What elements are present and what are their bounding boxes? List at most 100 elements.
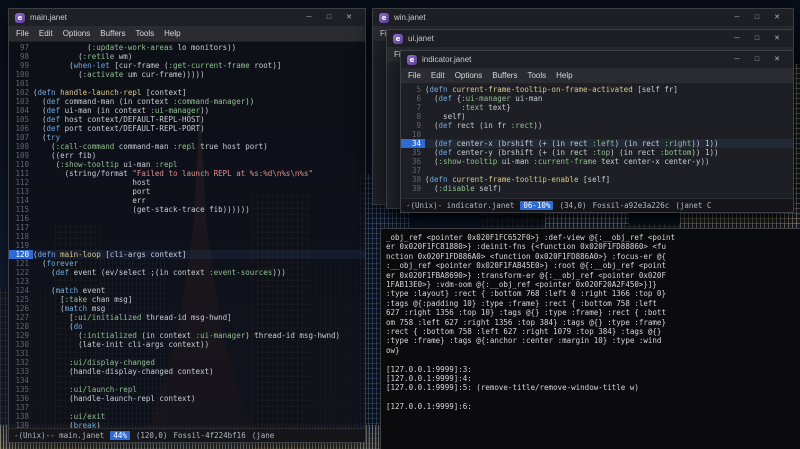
menu-item[interactable]: Help: [159, 29, 185, 38]
titlebar[interactable]: e indicator.janet ─ □ ✕: [401, 51, 793, 68]
menu-item[interactable]: File: [11, 29, 34, 38]
menu-item[interactable]: Options: [58, 29, 96, 38]
menu-item[interactable]: Buffers: [487, 71, 522, 80]
maximize-button[interactable]: □: [747, 9, 767, 26]
window-title: main.janet: [30, 13, 67, 22]
code-line: 103 (def command-man (in context :comman…: [9, 97, 365, 106]
code-line: 97 (:update-work-areas lo monitors)): [9, 43, 365, 52]
modeline-cursor: (120,0): [135, 431, 168, 440]
code-editor[interactable]: 5 (defn current-frame-tooltip-on-frame-a…: [401, 84, 793, 199]
code-line: 116: [9, 214, 365, 223]
line-number: 122: [15, 268, 29, 277]
close-button[interactable]: ✕: [767, 51, 787, 68]
modeline: -(Unix)-- main.janet 44% (120,0) Fossil-…: [9, 428, 365, 442]
line-number: 39: [411, 184, 421, 193]
modeline-mode: (janet C: [675, 201, 712, 210]
code-text: ((err fib): [33, 151, 97, 160]
code-text: (do: [33, 322, 83, 331]
minimize-button[interactable]: ─: [727, 51, 747, 68]
emacs-icon: e: [15, 12, 25, 23]
code-text: (:show-tooltip ui-man :current-frame tex…: [425, 157, 710, 166]
line-number: 138: [15, 412, 29, 421]
code-text: (defn current-frame-tooltip-enable [self…: [425, 175, 611, 184]
minimize-button[interactable]: ─: [299, 9, 319, 26]
code-line: 104 (def ui-man (in context :ui-manager)…: [9, 106, 365, 115]
menu-item[interactable]: Buffers: [95, 29, 130, 38]
code-line: 122 (def event (ev/select ;(in context :…: [9, 268, 365, 277]
code-line: 100 (:activate um cur-frame))))): [9, 70, 365, 79]
modeline: -(Unix)- indicator.janet 06-10% (34,0) F…: [401, 198, 793, 212]
code-text: (get-stack-trace fib)))))): [33, 205, 250, 214]
menu-item[interactable]: File: [403, 71, 426, 80]
terminal-line: :type :frame} :tags @{:anchor :center :m…: [386, 336, 662, 346]
code-line: 39 (:disable self): [401, 184, 793, 193]
terminal-line: :__obj_ref <pointer 0x020F1FAB45E0>} :ro…: [386, 261, 666, 271]
terminal-line: :type :layout} :rect { :bottom 768 :left…: [386, 289, 666, 299]
code-line: 119: [9, 241, 365, 250]
code-text: port: [33, 187, 151, 196]
titlebar[interactable]: e main.janet ─ □ ✕: [9, 9, 365, 26]
window-title: ui.janet: [408, 34, 434, 43]
minimize-button[interactable]: ─: [727, 30, 747, 47]
code-line: 117: [9, 223, 365, 232]
modeline-buffer: -(Unix)-- main.janet: [14, 431, 105, 440]
code-line: 5 (defn current-frame-tooltip-on-frame-a…: [401, 85, 793, 94]
code-text: (forever: [33, 259, 79, 268]
titlebar[interactable]: e ui.janet ─ □ ✕: [387, 30, 793, 47]
code-line: 121 (forever: [9, 259, 365, 268]
repl-terminal[interactable]: _obj_ref <pointer 0x020F1FC652F0>} :def-…: [380, 228, 800, 449]
code-line: 34 (def center-x (brshift (+ (in rect :l…: [401, 139, 793, 148]
terminal-line: 1FAB13E0>} :vdm-oom @{:__obj_ref <pointe…: [386, 280, 657, 290]
code-line: 118: [9, 232, 365, 241]
modeline-cursor: (34,0): [559, 201, 587, 210]
code-text: (:show-tooltip ui-man :repl: [33, 160, 178, 169]
titlebar[interactable]: e win.janet ─ □ ✕: [373, 9, 793, 26]
code-line: 35 (def center-y (brshift (+ (in rect :t…: [401, 148, 793, 157]
menu-item[interactable]: Tools: [130, 29, 159, 38]
line-number: 103: [15, 97, 29, 106]
terminal-line: [127.0.0.1:9999]:5: (remove-title/remove…: [386, 383, 639, 393]
code-line: 106 (def port context/DEFAULT-REPL-PORT): [9, 124, 365, 133]
line-number: 121: [15, 259, 29, 268]
maximize-button[interactable]: □: [747, 30, 767, 47]
modeline-vc: Fossil-4f224bf16: [173, 431, 246, 440]
maximize-button[interactable]: □: [747, 51, 767, 68]
line-number: 128: [15, 322, 29, 331]
code-text: (def ui-man (in context :ui-manager)): [33, 106, 210, 115]
code-line: 128 (do: [9, 322, 365, 331]
menu-item[interactable]: Edit: [426, 71, 450, 80]
emacs-icon: e: [407, 54, 417, 65]
code-text: (defn main-loop [cli-args context]: [33, 250, 187, 259]
modeline-position-chip: 44%: [110, 431, 130, 440]
code-line: 132 :ui/display-changed: [9, 358, 365, 367]
menu-item[interactable]: Edit: [34, 29, 58, 38]
terminal-line: [127.0.0.1:9999]:3:: [386, 364, 472, 374]
code-line: 102 (defn handle-launch-repl [context]: [9, 88, 365, 97]
line-number: 105: [15, 115, 29, 124]
minimize-button[interactable]: ─: [727, 9, 747, 26]
code-text: (handle-display-changed context): [33, 367, 214, 376]
menu-item[interactable]: Options: [450, 71, 488, 80]
close-button[interactable]: ✕: [767, 9, 787, 26]
close-button[interactable]: ✕: [767, 30, 787, 47]
code-text: (:disable self): [425, 184, 502, 193]
code-line: 125 [:take chan msg]: [9, 295, 365, 304]
modeline-vc: Fossil-a92e3a226c: [592, 201, 670, 210]
code-line: 115 (get-stack-trace fib)))))): [9, 205, 365, 214]
code-line: 133 (handle-display-changed context): [9, 367, 365, 376]
code-text: :ui/exit: [69, 412, 106, 421]
line-number: 38: [411, 175, 421, 184]
code-text: (def host context/DEFAULT-REPL-HOST): [33, 115, 205, 124]
code-text: (string/format "Failed to launch REPL at…: [33, 169, 313, 178]
menu-item[interactable]: Help: [551, 71, 577, 80]
code-line: 130 (late-init cli-args context)): [9, 340, 365, 349]
modeline-mode: (jane: [251, 431, 275, 440]
menu-item[interactable]: Tools: [522, 71, 551, 80]
maximize-button[interactable]: □: [319, 9, 339, 26]
close-button[interactable]: ✕: [339, 9, 359, 26]
line-number: 5: [416, 85, 421, 94]
code-line: 105 (def host context/DEFAULT-REPL-HOST): [9, 115, 365, 124]
line-number: 109: [15, 151, 29, 160]
code-editor[interactable]: 97 (:update-work-areas lo monitors)) 98 …: [9, 42, 365, 429]
code-text: (match msg: [33, 304, 106, 313]
